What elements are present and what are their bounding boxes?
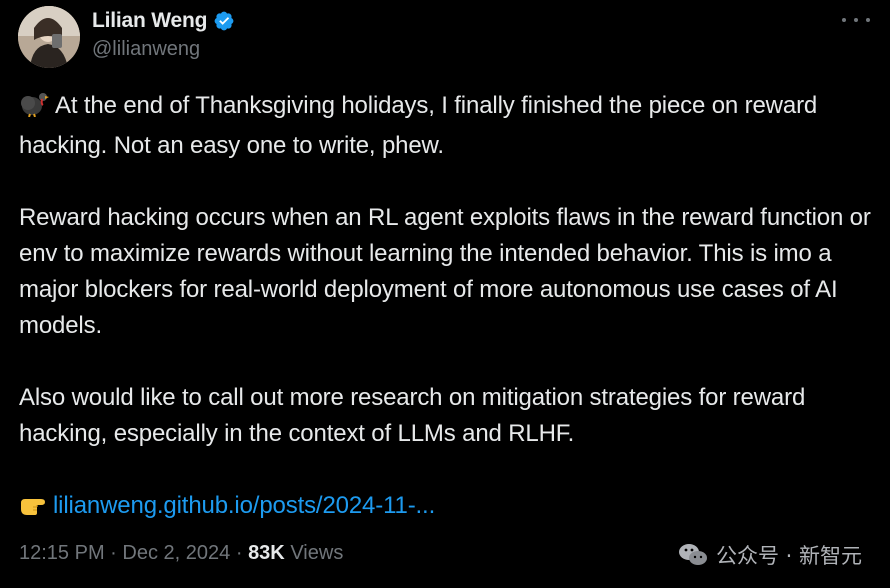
- views-label: Views: [290, 542, 344, 564]
- turkey-emoji-icon: [19, 89, 49, 128]
- verified-badge-icon: [213, 10, 235, 32]
- article-link[interactable]: lilianweng.github.io/posts/2024-11-...: [53, 492, 435, 519]
- watermark: 公众号 · 新智元: [678, 540, 862, 570]
- dot: [854, 18, 858, 22]
- more-options-icon[interactable]: [842, 10, 870, 30]
- pointing-right-emoji-icon: [19, 492, 51, 528]
- author-handle[interactable]: @lilianweng: [92, 38, 200, 61]
- avatar[interactable]: [18, 6, 80, 68]
- dot: [842, 18, 846, 22]
- tweet-text: At the end of Thanksgiving holidays, I f…: [19, 88, 879, 528]
- watermark-text: 公众号 · 新智元: [715, 544, 862, 568]
- tweet-link-line: lilianweng.github.io/posts/2024-11-...: [19, 488, 879, 528]
- meta-separator: ·: [235, 542, 243, 564]
- tweet-paragraph-1-text: At the end of Thanksgiving holidays, I f…: [19, 92, 818, 159]
- tweet-paragraph-2: Reward hacking occurs when an RL agent e…: [19, 204, 871, 339]
- wechat-icon: [678, 542, 708, 568]
- tweet-date[interactable]: Dec 2, 2024: [122, 542, 230, 564]
- author-display-name[interactable]: Lilian Weng: [92, 9, 207, 33]
- tweet-paragraph-3: Also would like to call out more researc…: [19, 384, 806, 447]
- tweet-meta: 12:15 PM · Dec 2, 2024 · 83K Views: [19, 542, 343, 565]
- tweet-card: Lilian Weng @lilianweng At the end of Th…: [0, 0, 890, 588]
- dot: [866, 18, 870, 22]
- tweet-time[interactable]: 12:15 PM: [19, 542, 105, 564]
- author-name-row: Lilian Weng: [92, 8, 235, 34]
- tweet-paragraph-1: At the end of Thanksgiving holidays, I f…: [19, 88, 879, 164]
- avatar-photo: [18, 6, 80, 68]
- views-count[interactable]: 83K: [248, 542, 285, 564]
- meta-separator: ·: [110, 542, 117, 564]
